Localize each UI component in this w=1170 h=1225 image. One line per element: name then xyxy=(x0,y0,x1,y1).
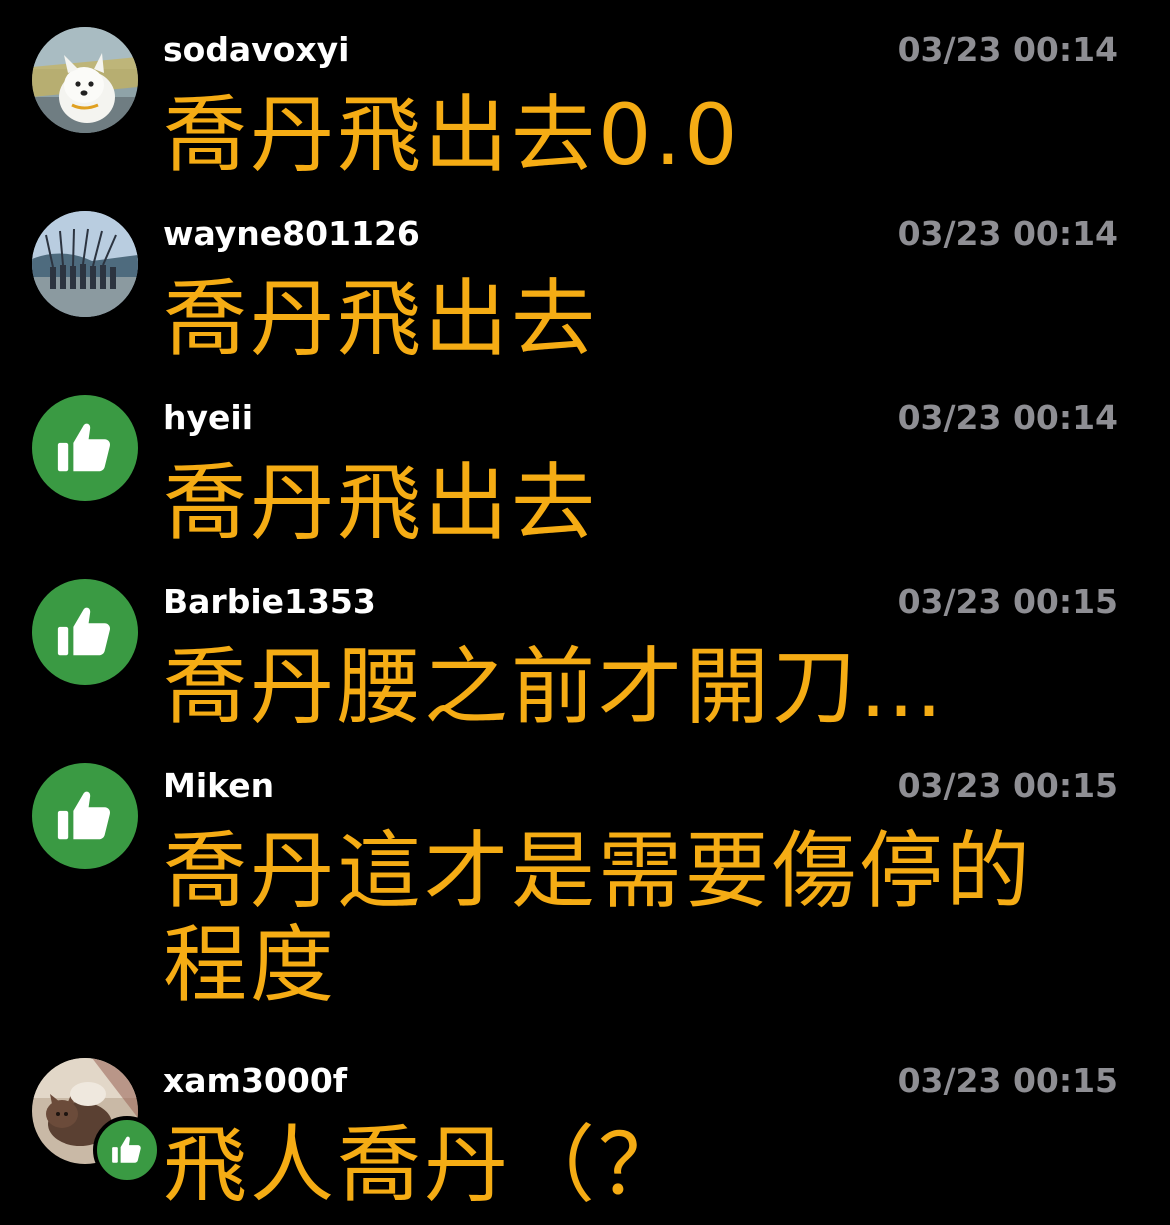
timestamp: 03/23 00:14 xyxy=(897,398,1118,437)
username[interactable]: xam3000f xyxy=(163,1061,347,1101)
comment-list: sodavoxyi 03/23 00:14 喬丹飛出去0.0 wayne8011… xyxy=(0,0,1170,1225)
avatar-photo-group xyxy=(32,211,138,317)
avatar[interactable] xyxy=(32,27,138,133)
message-text: 飛人喬丹（？ xyxy=(163,1116,686,1214)
message-text: 喬丹飛出去 xyxy=(163,270,599,368)
timestamp: 03/23 00:14 xyxy=(897,30,1118,69)
message-text: 喬丹這才是需要傷停的程度 xyxy=(163,822,1034,1014)
username[interactable]: Barbie1353 xyxy=(163,582,376,622)
username[interactable]: wayne801126 xyxy=(163,214,420,254)
like-badge xyxy=(93,1116,161,1184)
avatar-photo-dog xyxy=(32,27,138,133)
thumbs-up-icon xyxy=(57,423,111,472)
timestamp: 03/23 00:15 xyxy=(897,766,1118,805)
message-text: 喬丹飛出去0.0 xyxy=(163,86,741,184)
avatar[interactable] xyxy=(32,579,138,685)
timestamp: 03/23 00:15 xyxy=(897,582,1118,621)
thumbs-up-icon xyxy=(57,607,111,656)
avatar[interactable] xyxy=(32,395,138,501)
avatar[interactable] xyxy=(32,211,138,317)
timestamp: 03/23 00:15 xyxy=(897,1061,1118,1100)
avatar[interactable] xyxy=(32,763,138,869)
username[interactable]: sodavoxyi xyxy=(163,30,350,70)
thumbs-up-icon xyxy=(112,1136,141,1163)
message-text: 喬丹飛出去 xyxy=(163,454,599,552)
message-text: 喬丹腰之前才開刀… xyxy=(163,638,947,736)
thumbs-up-icon xyxy=(57,791,111,840)
timestamp: 03/23 00:14 xyxy=(897,214,1118,253)
username[interactable]: hyeii xyxy=(163,398,253,438)
username[interactable]: Miken xyxy=(163,766,274,806)
